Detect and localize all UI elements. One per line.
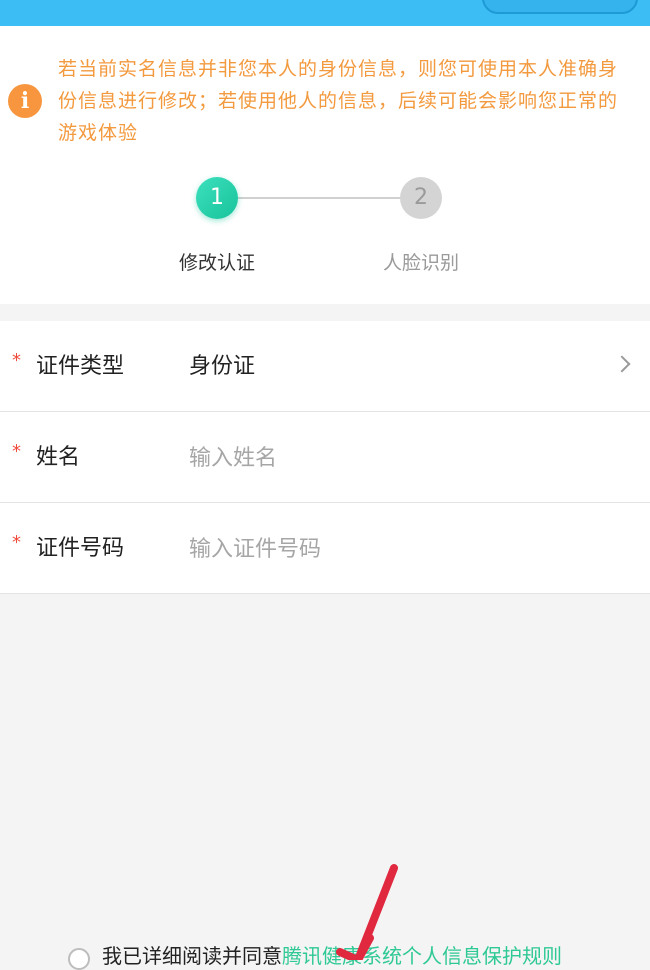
id-number-input[interactable] <box>189 529 589 569</box>
step-1-label: 修改认证 <box>178 252 255 274</box>
annotation-arrow-head <box>336 934 374 960</box>
top-section: i 若当前实名信息并非您本人的身份信息，则您可使用本人准确身份信息进行修改；若使… <box>0 26 650 304</box>
step-connector <box>238 197 402 199</box>
info-icon: i <box>8 84 42 118</box>
required-mark: * <box>12 350 21 371</box>
id-number-label: 证件号码 <box>36 536 125 561</box>
name-row: * 姓名 <box>0 412 650 503</box>
step-2-circle: 2 <box>400 177 442 219</box>
verification-form: * 证件类型 身份证 * 姓名 * 证件号码 <box>0 321 650 594</box>
agree-radio[interactable] <box>68 948 90 970</box>
id-number-row: * 证件号码 <box>0 503 650 594</box>
id-type-value: 身份证 <box>189 354 256 379</box>
id-type-label: 证件类型 <box>36 354 125 379</box>
notice-text: 若当前实名信息并非您本人的身份信息，则您可使用本人准确身份信息进行修改；若使用他… <box>58 58 619 144</box>
step-2-label: 人脸识别 <box>382 252 459 274</box>
name-input[interactable] <box>189 438 589 478</box>
chevron-right-icon <box>613 355 631 373</box>
required-mark: * <box>12 532 21 553</box>
id-type-row[interactable]: * 证件类型 身份证 <box>0 321 650 412</box>
top-bar-action-button[interactable] <box>482 0 638 14</box>
top-bar <box>0 0 650 26</box>
agreement-prefix: 我已详细阅读并同意 <box>102 944 282 968</box>
name-label: 姓名 <box>36 445 81 470</box>
annotation-arrow <box>336 864 398 960</box>
required-mark: * <box>12 441 21 462</box>
step-1-circle: 1 <box>196 177 238 219</box>
